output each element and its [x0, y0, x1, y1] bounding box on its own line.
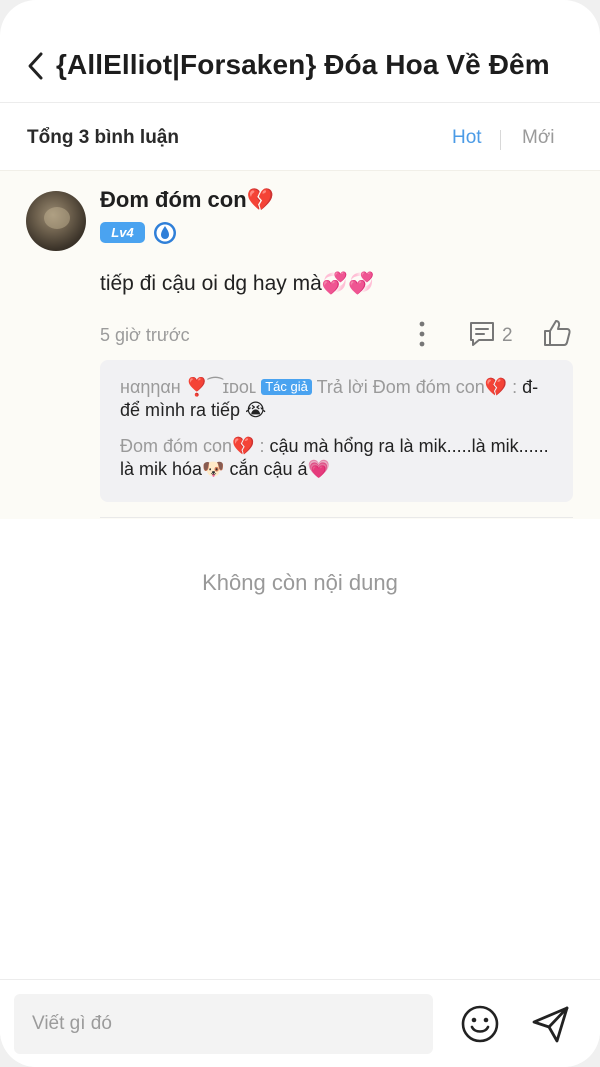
comment-icon [470, 322, 494, 346]
comment-total: Tổng 3 bình luận [27, 127, 179, 148]
reply-preview-box[interactable]: нαηηαн ❣️⁀ɪᴅᴏʟ Tác giả Trả lời Đom đóm c… [100, 360, 573, 502]
comment-time: 5 giờ trước [100, 325, 190, 345]
send-icon [532, 1006, 569, 1043]
reply-to-label: Trả lời Đom đóm con💔 : [316, 377, 518, 397]
reply-author[interactable]: нαηηαн ❣️⁀ɪᴅᴏʟ [120, 377, 256, 397]
thumbs-up-icon [544, 320, 571, 346]
divider [100, 517, 573, 518]
level-badge: Lv4 [100, 222, 145, 243]
comment-username[interactable]: Đom đóm con💔 [100, 187, 274, 213]
no-more-content: Không còn nội dung [202, 570, 398, 595]
page-title: {AllElliot|Forsaken} Đóa Hoa Về Đêm [56, 49, 550, 80]
tab-divider [500, 130, 501, 150]
top-bar: {AllElliot|Forsaken} Đóa Hoa Về Đêm [0, 0, 600, 103]
reply-item: нαηηαн ❣️⁀ɪᴅᴏʟ Tác giả Trả lời Đom đóm c… [120, 376, 553, 422]
comment-input[interactable] [14, 994, 433, 1054]
reply-button[interactable]: 2 [468, 320, 528, 348]
rank-drop-icon [154, 222, 176, 244]
comment-item: Đom đóm con💔 Lv4 tiếp đi cậu oi dg hay m… [0, 171, 600, 519]
comment-text: tiếp đi cậu oi dg hay mà💞💞 [100, 272, 375, 295]
emoji-button[interactable] [460, 1004, 500, 1044]
reply-count: 2 [502, 325, 513, 346]
author-badge: Tác giả [261, 379, 312, 395]
reply-item: Đom đóm con💔 : cậu mà hổng ra là mik....… [120, 435, 553, 481]
reply-author[interactable]: Đom đóm con💔 : [120, 436, 264, 456]
tab-hot[interactable]: Hot [452, 127, 482, 149]
like-button[interactable] [541, 317, 573, 349]
more-button[interactable] [412, 319, 432, 349]
send-button[interactable] [530, 1003, 572, 1045]
composer-bar [0, 979, 600, 1067]
chevron-left-icon [28, 52, 43, 80]
tab-new[interactable]: Mới [522, 127, 555, 149]
comments-screen: {AllElliot|Forsaken} Đóa Hoa Về Đêm Tổng… [0, 0, 600, 1067]
avatar[interactable] [26, 191, 86, 251]
back-button[interactable] [18, 46, 54, 86]
smiley-icon [461, 1005, 499, 1043]
sort-bar: Tổng 3 bình luận Hot Mới [0, 103, 600, 171]
more-vertical-icon [419, 321, 425, 347]
